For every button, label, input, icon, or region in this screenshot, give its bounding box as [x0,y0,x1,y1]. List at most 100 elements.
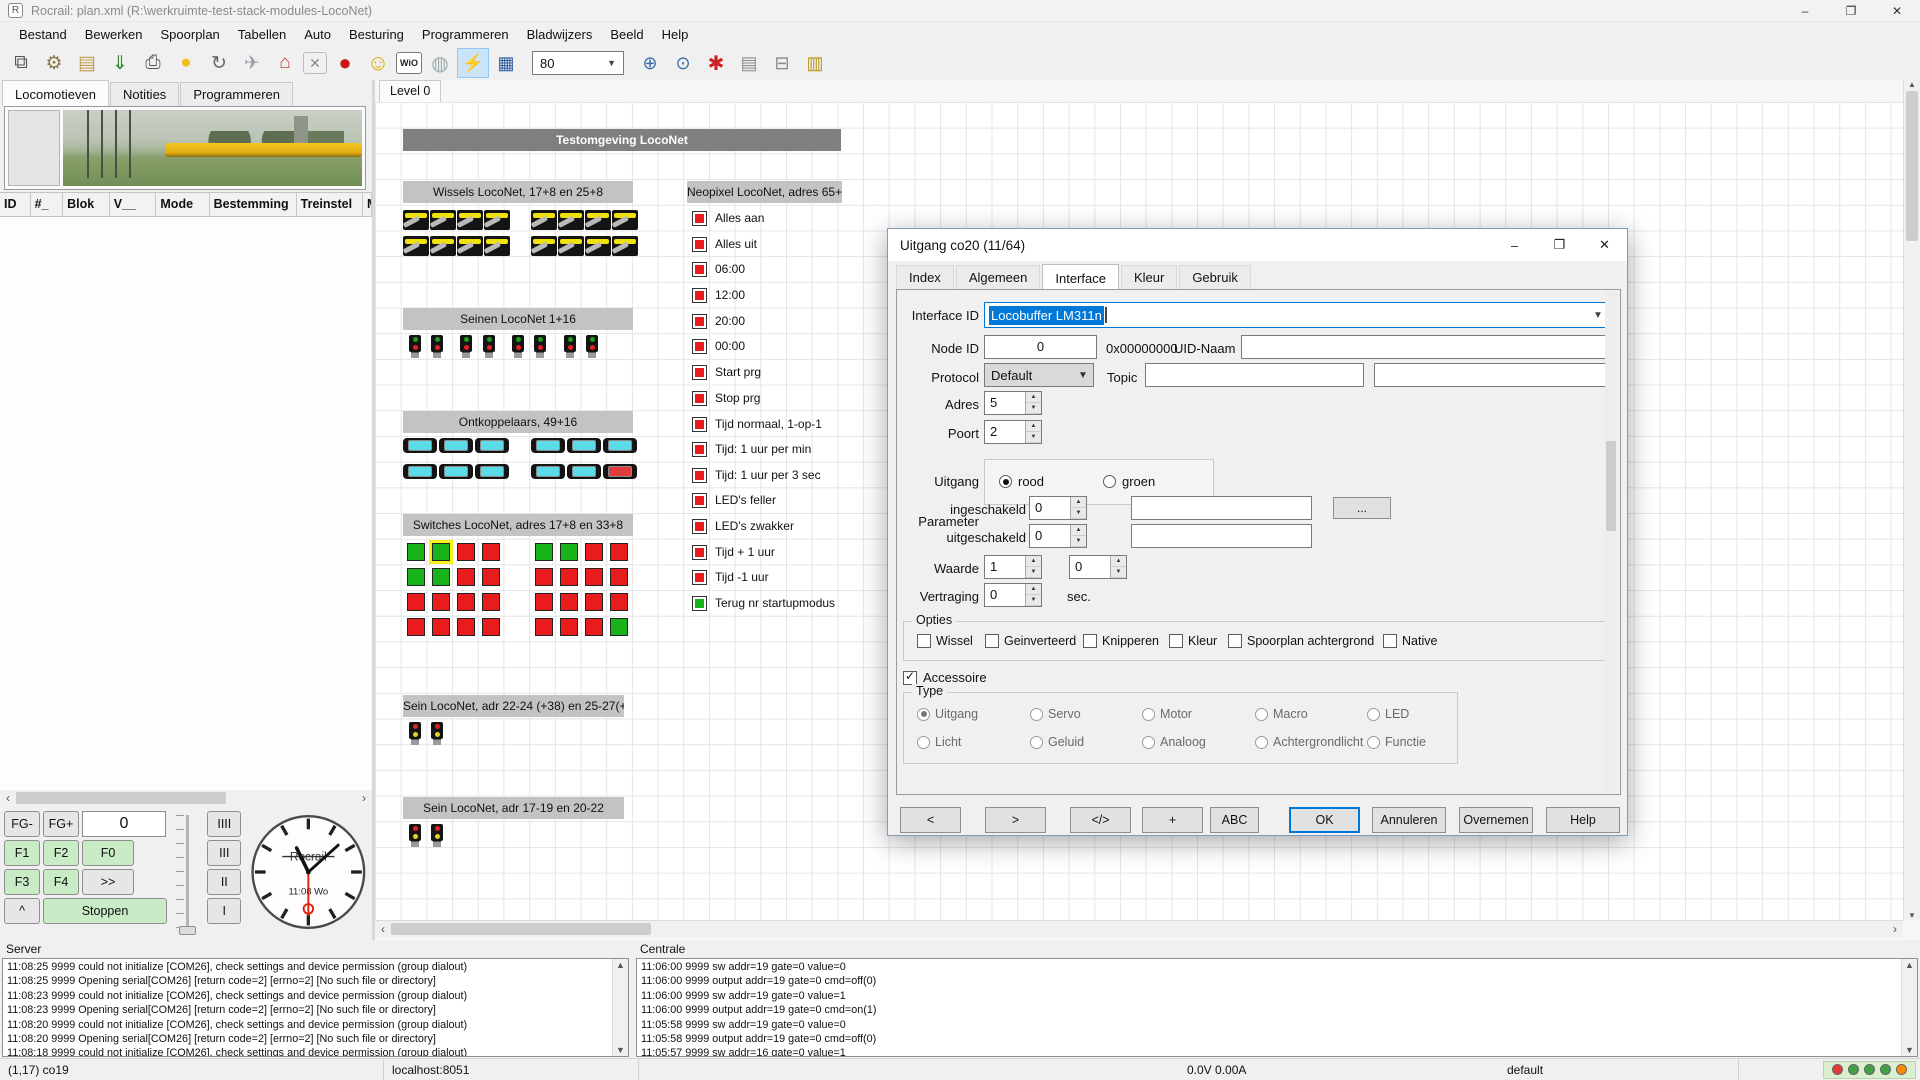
stop-button[interactable]: Stoppen [43,898,167,924]
abc-button[interactable]: ABC [1210,807,1259,833]
next-button[interactable]: > [985,807,1046,833]
switch-button[interactable] [535,618,553,636]
signal-symbol[interactable] [429,335,445,358]
dialog-title-bar[interactable]: Uitgang co20 (11/64) – ❐ ✕ [888,229,1627,261]
switch-symbol[interactable] [585,236,611,256]
switch-button[interactable] [610,568,628,586]
refresh-icon[interactable]: ↻ [204,49,234,77]
radio-icon[interactable] [1142,708,1155,721]
switch-button[interactable] [432,543,450,561]
home-icon[interactable]: ⌂ [270,49,300,77]
alert-icon[interactable]: ✱ [701,49,731,77]
radio-icon[interactable] [1255,736,1268,749]
direction-button[interactable]: ^ [4,898,40,924]
decoupler-symbol[interactable] [439,438,473,453]
help-button[interactable]: Help [1546,807,1620,833]
tab-interface[interactable]: Interface [1042,264,1119,290]
scroll-right-icon[interactable]: › [1887,922,1903,936]
f3-button[interactable]: F3 [4,869,40,895]
checkbox-icon[interactable] [1169,634,1183,648]
tab-kleur[interactable]: Kleur [1121,265,1177,289]
switch-button[interactable] [535,568,553,586]
menu-besturing[interactable]: Besturing [340,24,413,45]
accessoire-checkbox-option[interactable]: Accessoire [903,670,987,685]
col-v[interactable]: V__ [110,193,157,216]
switch-button[interactable] [407,568,425,586]
switch-button[interactable] [610,618,628,636]
switch-symbol[interactable] [585,210,611,230]
vertraging-spinner[interactable]: 0 ▲▼ [984,583,1042,607]
radio-icon[interactable] [1367,736,1380,749]
overnemen-button[interactable]: Overnemen [1459,807,1533,833]
radio-icon[interactable] [1142,736,1155,749]
col-bestemming[interactable]: Bestemming [210,193,297,216]
knipperen-checkbox-option[interactable]: Knipperen [1083,634,1159,648]
switch-symbol[interactable] [558,236,584,256]
type-motor-radio[interactable]: Motor [1142,707,1192,721]
switch-symbol[interactable] [457,236,483,256]
smiley-icon[interactable]: ☺ [363,49,393,77]
checkbox-icon[interactable] [985,634,999,648]
gear-2-button[interactable]: II [207,869,241,895]
save-icon[interactable]: ⇓ [105,49,135,77]
server-log-scrollbar[interactable]: ▲▼ [612,959,628,1056]
protocol-select[interactable]: Default ▼ [984,363,1094,387]
radio-selected-icon[interactable] [999,475,1012,488]
node-id-field[interactable]: 0 [984,335,1097,359]
properties-gears-icon[interactable]: ⚙ [39,49,69,77]
workspace-icon[interactable]: ⧉ [6,49,36,77]
neopixel-button[interactable] [692,468,707,483]
wio-icon[interactable]: WiO [396,52,422,74]
signal-symbol[interactable] [407,335,423,358]
locomotive-table[interactable]: ID #_ Blok V__ Mode Bestemming Treinstel… [0,192,372,790]
switch-symbol[interactable] [457,210,483,230]
card-file-icon[interactable]: ⊟ [767,49,797,77]
centrale-log[interactable]: 11:06:00 9999 sw addr=19 gate=0 value=0 … [636,958,1918,1057]
annuleren-button[interactable]: Annuleren [1372,807,1446,833]
radio-selected-icon[interactable] [917,708,930,721]
gear-3-button[interactable]: III [207,840,241,866]
spinner-arrows[interactable]: ▲▼ [1025,556,1041,578]
close-box-icon[interactable]: ✕ [303,52,327,74]
ingeschakeld-spinner[interactable]: 0 ▲▼ [1029,496,1087,520]
tab-locomotieven[interactable]: Locomotieven [2,80,109,106]
signal-symbol[interactable] [481,335,497,358]
spinner-arrows[interactable]: ▲▼ [1110,556,1126,578]
menu-spoorplan[interactable]: Spoorplan [152,24,229,45]
switch-button[interactable] [610,543,628,561]
switch-button[interactable] [560,618,578,636]
switch-symbol[interactable] [403,236,429,256]
switch-button[interactable] [560,568,578,586]
waarde-value-2[interactable]: 0 [1070,556,1110,578]
spinner-arrows[interactable]: ▲▼ [1025,421,1041,443]
col-treinstel[interactable]: Treinstel [297,193,363,216]
scrollbar-thumb[interactable] [391,923,651,935]
poort-value[interactable]: 2 [985,421,1025,443]
waarde-value-1[interactable]: 1 [985,556,1025,578]
type-licht-radio[interactable]: Licht [917,735,961,749]
decoupler-symbol[interactable] [403,464,437,479]
rood-radio-option[interactable]: rood [999,474,1044,489]
interface-id-combobox[interactable]: Locobuffer LM311n ▼ [984,302,1610,328]
checkbox-checked-icon[interactable] [903,671,917,685]
clipboard-icon[interactable]: ▥ [800,49,830,77]
native-checkbox-option[interactable]: Native [1383,634,1437,648]
left-panel-hscrollbar[interactable]: ‹ › [0,790,372,806]
gear-4-button[interactable]: IIII [207,811,241,837]
gear-1-button[interactable]: I [207,898,241,924]
decoupler-symbol[interactable] [567,464,601,479]
scroll-left-icon[interactable]: ‹ [375,922,391,936]
signal-symbol[interactable] [510,335,526,358]
groen-radio-option[interactable]: groen [1103,474,1155,489]
f0-button[interactable]: F0 [82,840,134,866]
signal-symbol[interactable] [562,335,578,358]
spinner-arrows[interactable]: ▲▼ [1070,497,1086,519]
col-mode[interactable]: Mode [156,193,209,216]
col-number[interactable]: #_ [31,193,64,216]
vertraging-value[interactable]: 0 [985,584,1025,606]
kleur-checkbox-option[interactable]: Kleur [1169,634,1217,648]
scrollbar-thumb[interactable] [1606,441,1616,531]
f1-button[interactable]: F1 [4,840,40,866]
neopixel-button[interactable] [692,596,707,611]
print-icon[interactable]: ⎙ [138,49,168,77]
